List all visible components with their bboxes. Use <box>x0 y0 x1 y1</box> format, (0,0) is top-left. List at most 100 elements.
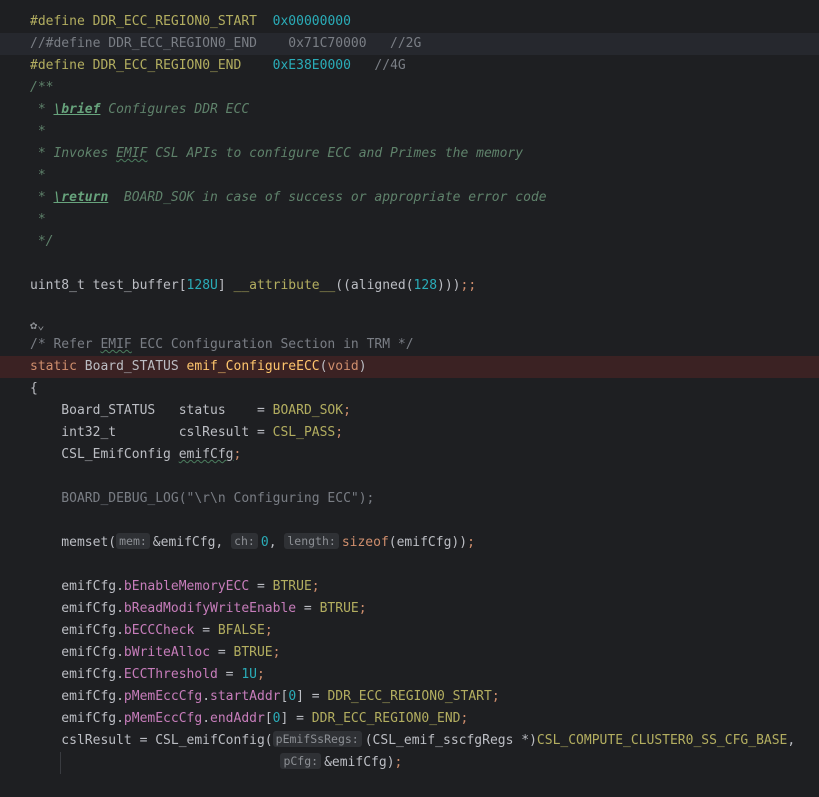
argument: &emifCfg, <box>152 535 232 550</box>
field: bReadModifyWriteEnable <box>123 601 297 616</box>
spacing <box>241 58 272 73</box>
doc-comment: CSL APIs to configure ECC and Primes the… <box>147 146 524 161</box>
code-line-27[interactable]: emifCfg.bEnableMemoryECC = BTRUE; <box>30 576 819 598</box>
typo-word[interactable]: EMIF <box>100 337 131 352</box>
code-line-31[interactable]: emifCfg.ECCThreshold = 1U; <box>30 664 819 686</box>
field: endAddr <box>210 711 265 726</box>
void-keyword: void <box>327 359 359 374</box>
semicolon: ; <box>256 667 265 682</box>
typo-word[interactable]: emifCfg <box>179 447 234 462</box>
array-size: 128U <box>186 278 218 293</box>
code-line-3[interactable]: #define DDR_ECC_REGION0_END 0xE38E0000 /… <box>30 55 819 77</box>
assign: = <box>217 667 242 682</box>
doc-comment: * <box>30 168 46 183</box>
field: startAddr <box>210 689 281 704</box>
code-line-34[interactable]: cslResult = CSL_emifConfig(pEmifSsRegs:(… <box>30 730 819 752</box>
field: ECCThreshold <box>123 667 218 682</box>
param-hint: pCfg: <box>280 753 322 769</box>
code-line-25[interactable]: memset(mem: &emifCfg, ch: 0, length: sizeof… <box>30 532 819 554</box>
bracket-assign: ] = <box>280 711 312 726</box>
dot: . <box>202 689 211 704</box>
function-name[interactable]: emif_ConfigureECC <box>187 359 320 374</box>
line-comment: //#define DDR_ECC_REGION0_END 0x71C70000… <box>30 36 422 51</box>
param-hint: length: <box>284 533 339 549</box>
code-line-8[interactable]: * <box>30 165 819 187</box>
code-line-5[interactable]: * \brief Configures DDR ECC <box>30 99 819 121</box>
semicolon: ; <box>233 447 242 462</box>
doc-tag-brief: \brief <box>53 102 101 117</box>
doc-comment: BOARD_SOK in case of success or appropri… <box>108 190 547 205</box>
block-comment: ECC Configuration Section in TRM */ <box>131 337 414 352</box>
bracket-assign: ] = <box>296 689 328 704</box>
semicolon: ; <box>467 535 475 550</box>
field: bEnableMemoryECC <box>123 579 250 594</box>
chevron-down-icon[interactable]: ⌄ <box>37 318 44 332</box>
typo-word[interactable]: EMIF <box>116 146 147 161</box>
code-line-21[interactable]: CSL_EmifConfig emifCfg; <box>30 444 819 466</box>
code-line-9[interactable]: * \return BOARD_SOK in case of success o… <box>30 187 819 209</box>
closing-parens: ))) <box>437 278 461 293</box>
return-type: Board_STATUS <box>76 359 187 374</box>
object: emifCfg. <box>30 623 124 638</box>
static-keyword: static <box>30 359 77 374</box>
alignment-value: 128 <box>413 278 438 293</box>
code-line-6[interactable]: * <box>30 121 819 143</box>
directive: #define <box>30 58 85 73</box>
editor-gutter[interactable] <box>0 0 28 797</box>
code-line-18[interactable]: { <box>30 378 819 400</box>
number: 0 <box>288 689 297 704</box>
code-line-19[interactable]: Board_STATUS status = BOARD_SOK; <box>30 400 819 422</box>
code-line-15[interactable]: ✿⌄ <box>30 315 819 335</box>
macro-ref: CSL_COMPUTE_CLUSTER0_SS_CFG_BASE <box>536 733 788 748</box>
doc-comment: */ <box>30 234 54 249</box>
field: bECCCheck <box>123 623 195 638</box>
code-line-33[interactable]: emifCfg.pMemEccCfg.endAddr[0] = DDR_ECC_… <box>30 708 819 730</box>
code-line-16[interactable]: /* Refer EMIF ECC Configuration Section … <box>30 334 819 356</box>
paren: ) <box>358 359 367 374</box>
assign: = <box>194 623 218 638</box>
code-line-10[interactable]: * <box>30 209 819 231</box>
code-editor[interactable]: ⇠ #define DDR_ECC_REGION0_START 0x000000… <box>0 0 819 797</box>
argument: (emifCfg)) <box>388 535 468 550</box>
bracket: ] <box>217 278 234 293</box>
doc-tag-return: \return <box>53 190 109 205</box>
code-line-1[interactable]: #define DDR_ECC_REGION0_START 0x00000000 <box>30 11 819 33</box>
code-line-32[interactable]: emifCfg.pMemEccCfg.startAddr[0] = DDR_EC… <box>30 686 819 708</box>
code-line-2[interactable]: //#define DDR_ECC_REGION0_END 0x71C70000… <box>0 33 819 55</box>
code-line-11[interactable]: */ <box>30 231 819 253</box>
macro-value: 0x00000000 <box>272 14 351 29</box>
code-line-23[interactable]: BOARD_DEBUG_LOG("\r\n Configuring ECC"); <box>30 488 819 510</box>
code-line-29[interactable]: emifCfg.bECCCheck = BFALSE; <box>30 620 819 642</box>
sizeof-keyword: sizeof <box>341 535 389 550</box>
code-line-4[interactable]: /** <box>30 77 819 99</box>
code-line-13[interactable]: uint8_t test_buffer[128U] __attribute__(… <box>30 275 819 297</box>
code-line-30[interactable]: emifCfg.bWriteAlloc = BTRUE; <box>30 642 819 664</box>
macro-ref: BOARD_SOK <box>272 403 344 418</box>
attribute-args: ((aligned( <box>335 278 414 293</box>
object: emifCfg. <box>30 667 124 682</box>
doc-comment: * <box>30 102 54 117</box>
object: emifCfg. <box>30 711 124 726</box>
comma: , <box>787 733 796 748</box>
field: pMemEccCfg <box>123 711 203 726</box>
doc-comment: * <box>30 124 46 139</box>
object: emifCfg. <box>30 689 124 704</box>
doc-comment: /** <box>30 80 54 95</box>
object: emifCfg. <box>30 579 124 594</box>
code-line-17[interactable]: static Board_STATUS emif_ConfigureECC(vo… <box>0 356 819 378</box>
param-hint: mem: <box>116 533 150 549</box>
call: memset( <box>30 535 117 550</box>
number: 1U <box>241 667 257 682</box>
argument: 0 <box>260 535 269 550</box>
spacing <box>257 14 273 29</box>
param-hint: pEmifSsRegs: <box>272 731 362 747</box>
code-line-20[interactable]: int32_t cslResult = CSL_PASS; <box>30 422 819 444</box>
doc-comment: * <box>30 212 46 227</box>
macro-ref: BTRUE <box>272 579 312 594</box>
field: bWriteAlloc <box>123 645 211 660</box>
object: emifCfg. <box>30 645 124 660</box>
comma: , <box>268 535 285 550</box>
code-line-28[interactable]: emifCfg.bReadModifyWriteEnable = BTRUE; <box>30 598 819 620</box>
code-line-35[interactable]: pCfg: &emifCfg); <box>30 752 819 774</box>
code-line-7[interactable]: * Invokes EMIF CSL APIs to configure ECC… <box>30 143 819 165</box>
